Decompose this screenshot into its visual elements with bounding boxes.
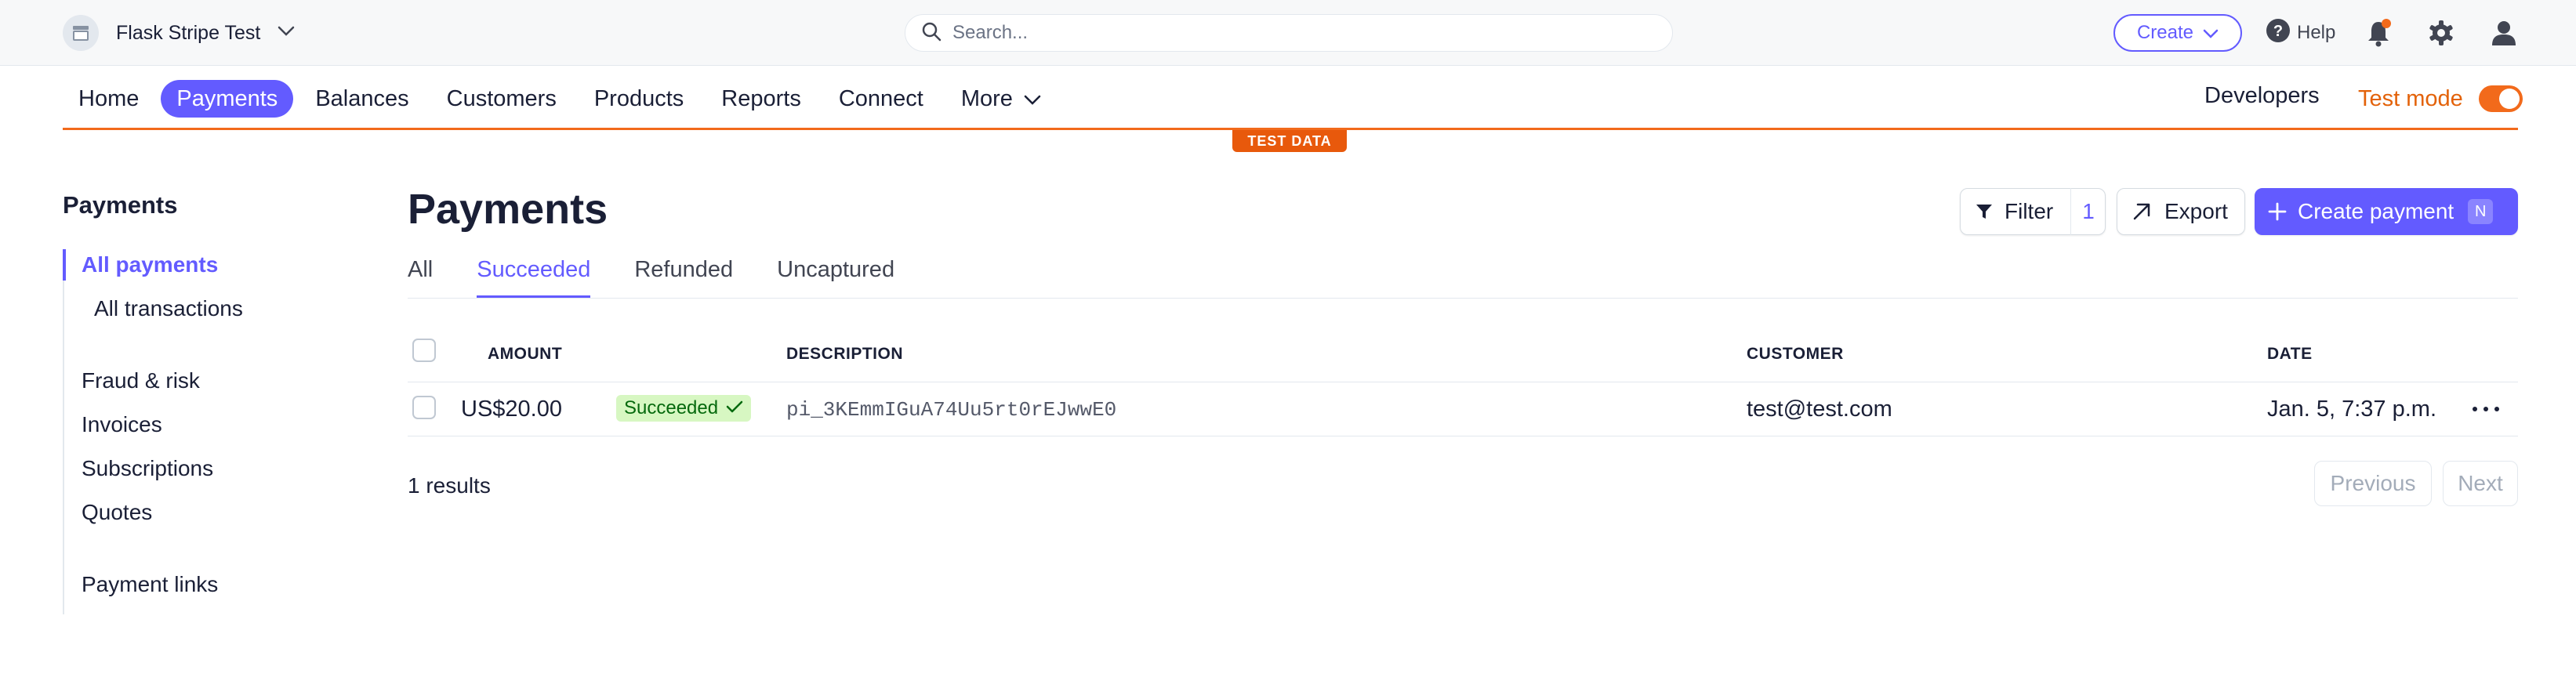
chevron-down-icon xyxy=(1024,86,1041,112)
account-user-icon[interactable] xyxy=(2488,17,2520,49)
nav-more-label: More xyxy=(960,85,1013,111)
sidebar-title: Payments xyxy=(63,191,178,219)
customer-email: test@test.com xyxy=(1747,397,1892,422)
sidebar-item-payment-links[interactable]: Payment links xyxy=(82,572,218,597)
payment-amount: US$20.00 xyxy=(461,397,562,422)
help-label: Help xyxy=(2297,22,2336,43)
tabs-divider xyxy=(408,298,2518,299)
tab-refunded[interactable]: Refunded xyxy=(634,257,733,298)
sidebar-item-subscriptions[interactable]: Subscriptions xyxy=(82,456,213,481)
keyboard-shortcut-badge: N xyxy=(2468,199,2494,224)
tab-succeeded[interactable]: Succeeded xyxy=(477,257,591,298)
create-button-label: Create xyxy=(2136,22,2194,43)
previous-page-button[interactable]: Previous xyxy=(2314,461,2432,506)
chevron-down-icon xyxy=(278,26,295,41)
next-page-button[interactable]: Next xyxy=(2443,461,2518,506)
nav-item-reports[interactable]: Reports xyxy=(706,80,817,118)
nav-item-payments[interactable]: Payments xyxy=(161,80,294,118)
filter-count: 1 xyxy=(2070,188,2095,235)
nav-item-more[interactable]: More xyxy=(945,80,1057,118)
payment-date: Jan. 5, 7:37 p.m. xyxy=(2267,397,2437,422)
sidebar-item-invoices[interactable]: Invoices xyxy=(82,412,162,437)
page-title: Payments xyxy=(408,186,608,233)
checkmark-icon xyxy=(726,397,743,419)
filter-icon xyxy=(1975,202,1994,221)
column-header-amount[interactable]: AMOUNT xyxy=(488,345,562,364)
sidebar-item-all-transactions[interactable]: All transactions xyxy=(94,296,243,321)
svg-text:?: ? xyxy=(2273,23,2283,40)
nav-item-connect[interactable]: Connect xyxy=(823,80,939,118)
search-icon xyxy=(921,21,942,45)
help-button[interactable]: ? Help xyxy=(2266,16,2335,50)
main-nav: Home Payments Balances Customers Product… xyxy=(63,78,1063,119)
test-mode-toggle[interactable] xyxy=(2478,85,2523,112)
status-tabs: All Succeeded Refunded Uncaptured xyxy=(408,257,938,298)
arrow-up-right-icon xyxy=(2132,201,2152,222)
settings-gear-icon[interactable] xyxy=(2425,17,2457,49)
search-input[interactable] xyxy=(952,22,1642,44)
sidebar-rail xyxy=(63,249,64,614)
create-payment-button[interactable]: Create payment N xyxy=(2255,188,2518,235)
sidebar-active-indicator xyxy=(63,249,66,281)
developers-link[interactable]: Developers xyxy=(2204,83,2320,109)
nav-item-products[interactable]: Products xyxy=(579,80,699,118)
test-mode-label: Test mode xyxy=(2358,85,2463,111)
test-mode-switch[interactable]: Test mode xyxy=(2358,81,2523,116)
top-bar: Flask Stripe Test Create ? Help xyxy=(0,0,2576,66)
plus-icon xyxy=(2268,202,2287,221)
nav-item-balances[interactable]: Balances xyxy=(299,80,424,118)
store-icon xyxy=(63,15,99,51)
row-checkbox[interactable] xyxy=(412,396,436,419)
column-header-date[interactable]: DATE xyxy=(2267,345,2313,364)
create-payment-label: Create payment xyxy=(2298,199,2454,223)
select-all-checkbox[interactable] xyxy=(412,339,436,362)
column-header-description[interactable]: DESCRIPTION xyxy=(786,345,903,364)
account-switcher[interactable]: Flask Stripe Test xyxy=(63,15,295,51)
export-button[interactable]: Export xyxy=(2117,188,2245,235)
filter-label: Filter xyxy=(2005,199,2054,223)
test-data-badge: TEST DATA xyxy=(1232,130,1347,152)
notifications-bell-icon[interactable] xyxy=(2363,17,2394,49)
status-badge-label: Succeeded xyxy=(624,397,719,418)
payment-description: pi_3KEmmIGuA74Uu5rt0rEJwwE0 xyxy=(786,398,1117,422)
sidebar-item-all-payments[interactable]: All payments xyxy=(82,252,218,277)
nav-item-home[interactable]: Home xyxy=(63,80,154,118)
help-icon: ? xyxy=(2266,18,2291,49)
results-count: 1 results xyxy=(408,473,491,498)
sidebar-item-fraud-risk[interactable]: Fraud & risk xyxy=(82,368,200,393)
chevron-down-icon xyxy=(2203,22,2219,44)
export-label: Export xyxy=(2164,199,2228,223)
tab-all[interactable]: All xyxy=(408,257,433,298)
tab-uncaptured[interactable]: Uncaptured xyxy=(777,257,894,298)
account-name: Flask Stripe Test xyxy=(116,21,261,44)
sidebar-item-quotes[interactable]: Quotes xyxy=(82,500,152,525)
filter-button[interactable]: Filter 1 xyxy=(1960,188,2106,235)
column-header-customer[interactable]: CUSTOMER xyxy=(1747,345,1844,364)
create-button[interactable]: Create xyxy=(2113,14,2242,52)
nav-item-customers[interactable]: Customers xyxy=(431,80,572,118)
status-badge: Succeeded xyxy=(616,395,752,422)
more-actions-icon[interactable] xyxy=(2473,398,2499,420)
search-bar[interactable] xyxy=(905,14,1673,52)
